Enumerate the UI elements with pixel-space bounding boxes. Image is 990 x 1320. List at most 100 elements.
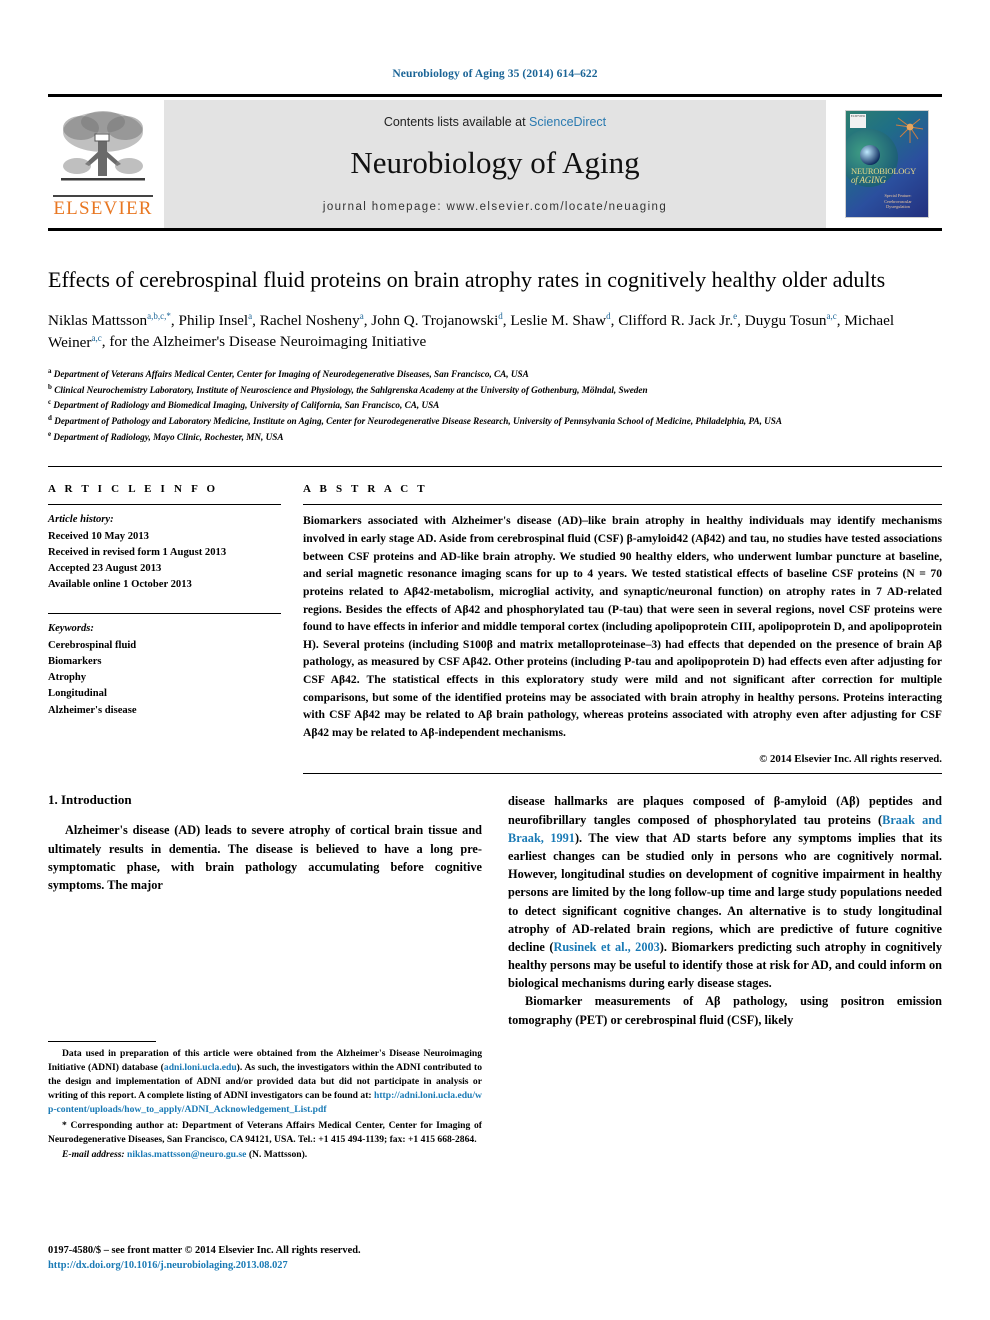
- author-name: Clifford R. Jack Jr.: [618, 311, 734, 329]
- article-header: Effects of cerebrospinal fluid proteins …: [48, 267, 942, 1164]
- abstract-rule: [303, 504, 942, 506]
- author-affil-marks: e: [733, 310, 738, 321]
- adni-database-link[interactable]: adni.loni.ucla.edu: [164, 1062, 237, 1073]
- affiliation-mark: e: [48, 429, 52, 438]
- masthead-bottom-rule: [48, 228, 942, 231]
- email-tail: (N. Mattsson).: [246, 1149, 308, 1161]
- footnotes: Data used in preparation of this article…: [48, 1041, 482, 1164]
- keywords-label: Keywords:: [48, 623, 94, 635]
- cover-image: ELSEVIER NEUROBIOLOGY of AGING Special F…: [845, 110, 929, 218]
- paper-page: Neurobiology of Aging 35 (2014) 614–622: [0, 0, 990, 1320]
- info-abstract-row: A R T I C L E I N F O Article history: R…: [48, 483, 942, 775]
- issn-line: 0197-4580/$ – see front matter © 2014 El…: [48, 1244, 361, 1256]
- affiliation-mark: d: [48, 414, 52, 423]
- author-name: Niklas Mattsson: [48, 311, 148, 329]
- author-6: Duygu Tosuna,c: [744, 310, 837, 329]
- affiliation-text: Department of Pathology and Laboratory M…: [54, 416, 783, 427]
- author-2: Rachel Noshenya: [259, 310, 364, 329]
- history-online: Available online 1 October 2013: [48, 579, 192, 591]
- cover-nucleus: [860, 145, 880, 165]
- cover-subtitle-line2: Cerebrovascular Dysregulation: [884, 198, 912, 210]
- affiliation-text: Clinical Neurochemistry Laboratory, Inst…: [54, 384, 648, 395]
- footnote-data-note: Data used in preparation of this article…: [48, 1047, 482, 1117]
- article-info-top-rule: [48, 466, 942, 468]
- affiliation-text: Department of Veterans Affairs Medical C…: [53, 369, 529, 380]
- elsevier-tree-icon: [61, 111, 145, 181]
- author-email-link[interactable]: niklas.mattsson@neuro.gu.se: [127, 1149, 246, 1160]
- masthead-top-rule: [48, 94, 942, 97]
- author-name: Duygu Tosun: [744, 311, 827, 329]
- intro-right-b: ). The view that AD starts before any sy…: [508, 830, 942, 954]
- page-title: Effects of cerebrospinal fluid proteins …: [48, 267, 886, 292]
- doi-link[interactable]: http://dx.doi.org/10.1016/j.neurobiolagi…: [48, 1260, 288, 1271]
- cover-publisher-badge: ELSEVIER: [850, 114, 866, 128]
- masthead-row: ELSEVIER Contents lists available at Sci…: [48, 100, 942, 228]
- elsevier-wordmark: ELSEVIER: [53, 195, 153, 220]
- author-5: Clifford R. Jack Jr.e: [618, 310, 738, 329]
- article-history-label: Article history:: [48, 514, 114, 526]
- keyword-item: Cerebrospinal fluid: [48, 639, 137, 651]
- body-column-left: 1. Introduction Alzheimer's disease (AD)…: [48, 792, 482, 1164]
- masthead-center: Contents lists available at ScienceDirec…: [164, 100, 826, 228]
- affiliation-text: Department of Radiology and Biomedical I…: [53, 400, 440, 411]
- author-affil-marks: a: [359, 310, 364, 321]
- affiliation-mark: b: [48, 382, 52, 391]
- intro-paragraph-left: Alzheimer's disease (AD) leads to severe…: [48, 823, 482, 892]
- abstract-column: A B S T R A C T Biomarkers associated wi…: [303, 483, 942, 775]
- author-name: Rachel Nosheny: [259, 311, 360, 329]
- running-head: Neurobiology of Aging 35 (2014) 614–622: [392, 68, 598, 80]
- body-column-right: disease hallmarks are plaques composed o…: [508, 792, 942, 1164]
- article-info-column: A R T I C L E I N F O Article history: R…: [48, 483, 303, 774]
- footnote-corresponding-author: * Corresponding author at: Department of…: [48, 1119, 482, 1145]
- author-name: Philip Insel: [178, 311, 249, 329]
- keyword-item: Longitudinal: [48, 688, 107, 700]
- author-name: John Q. Trojanowski: [371, 311, 499, 329]
- author-affil-marks: a,b,c,: [147, 310, 167, 321]
- corresponding-author-mark[interactable]: *: [166, 311, 171, 321]
- contents-prefix: Contents lists available at: [383, 115, 530, 129]
- history-revised: Received in revised form 1 August 2013: [48, 546, 227, 558]
- affiliation-e: e Department of Radiology, Mayo Clinic, …: [48, 429, 942, 445]
- keyword-item: Biomarkers: [48, 655, 102, 667]
- history-received: Received 10 May 2013: [48, 530, 149, 542]
- affiliation-mark: a: [48, 367, 52, 376]
- sciencedirect-link[interactable]: ScienceDirect: [529, 115, 606, 129]
- journal-cover-thumbnail: ELSEVIER NEUROBIOLOGY of AGING Special F…: [832, 100, 942, 228]
- contents-available-line: Contents lists available at ScienceDirec…: [384, 115, 606, 129]
- abstract-bottom-rule: [303, 773, 942, 775]
- affiliation-a: a Department of Veterans Affairs Medical…: [48, 366, 942, 382]
- abstract-copyright: © 2014 Elsevier Inc. All rights reserved…: [759, 753, 942, 766]
- history-accepted: Accepted 23 August 2013: [48, 563, 162, 575]
- cover-neuron-icon: [895, 117, 924, 143]
- author-4: Leslie M. Shawd: [510, 310, 611, 329]
- affiliation-list: a Department of Veterans Affairs Medical…: [48, 366, 942, 444]
- author-affil-marks: a: [248, 310, 253, 321]
- author-affil-marks: d: [606, 310, 611, 321]
- keywords-rule: [48, 613, 281, 615]
- author-group-tail: , for the Alzheimer's Disease Neuroimagi…: [101, 333, 427, 351]
- footnote-email: E-mail address: niklas.mattsson@neuro.gu…: [48, 1148, 482, 1162]
- affiliation-b: b Clinical Neurochemistry Laboratory, In…: [48, 382, 942, 398]
- article-history-block: Article history: Received 10 May 2013 Re…: [48, 512, 281, 593]
- journal-homepage: journal homepage: www.elsevier.com/locat…: [322, 201, 668, 213]
- author-3: John Q. Trojanowskid: [371, 311, 503, 329]
- keyword-item: Alzheimer's disease: [48, 704, 137, 716]
- affiliation-mark: c: [48, 398, 52, 407]
- cover-title-line2: of AGING: [851, 174, 886, 185]
- cover-subtitle: Special Feature: Cerebrovascular Dysregu…: [872, 193, 924, 210]
- affiliation-text: Department of Radiology, Mayo Clinic, Ro…: [53, 431, 284, 442]
- citation-rusinek-2003[interactable]: Rusinek et al., 2003: [553, 940, 659, 954]
- footer-issn-block: 0197-4580/$ – see front matter © 2014 El…: [48, 1243, 468, 1274]
- intro-paragraph-right-1: disease hallmarks are plaques composed o…: [508, 792, 942, 992]
- affiliation-d: d Department of Pathology and Laboratory…: [48, 413, 942, 429]
- author-name: Leslie M. Shaw: [510, 311, 607, 329]
- email-label: E-mail address:: [62, 1149, 125, 1161]
- footnote-rule: [48, 1041, 156, 1043]
- keyword-item: Atrophy: [48, 672, 87, 684]
- author-affil-marks: a,c: [91, 332, 102, 343]
- author-affil-marks: a,c: [826, 310, 837, 321]
- journal-title: Neurobiology of Aging: [350, 145, 640, 180]
- section-heading-introduction: 1. Introduction: [48, 792, 132, 808]
- author-list: Niklas Mattssona,b,c,*, Philip Insela, R…: [48, 310, 895, 351]
- author-1: Philip Insela: [178, 310, 253, 329]
